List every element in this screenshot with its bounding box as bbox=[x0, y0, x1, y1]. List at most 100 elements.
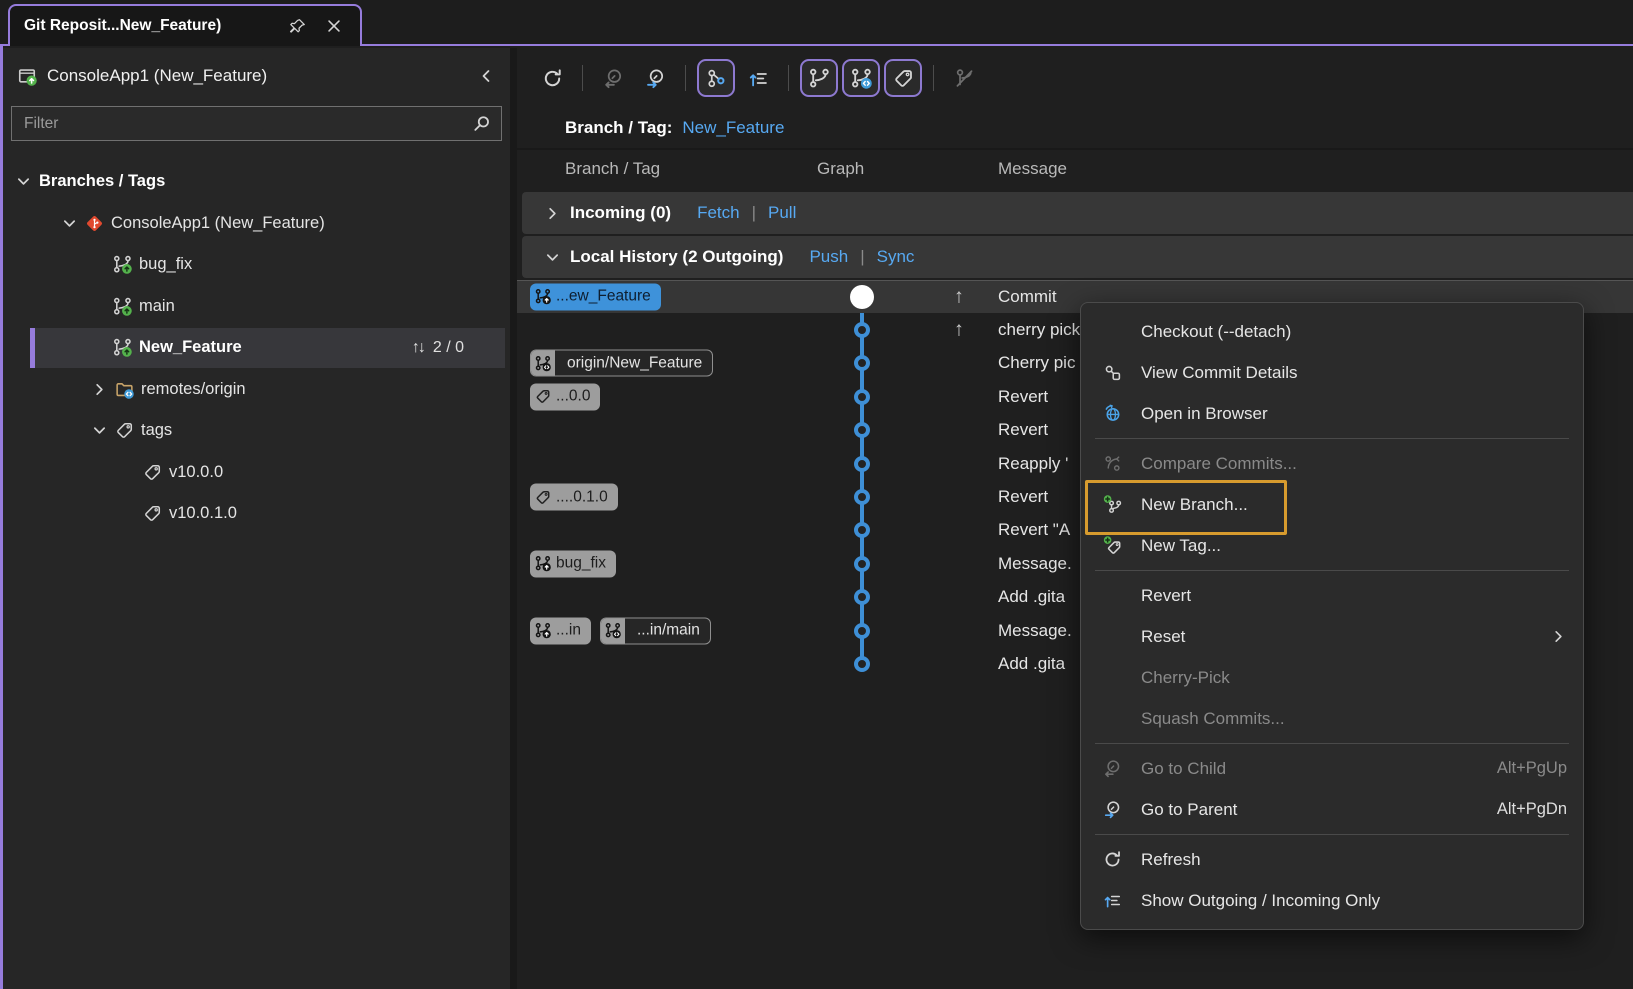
tree-item-label: Branches / Tags bbox=[39, 172, 165, 191]
chevron-down-icon[interactable] bbox=[91, 422, 115, 439]
branch-tag-bar: Branch / Tag: New_Feature bbox=[517, 108, 1633, 148]
menu-item-new-tag[interactable]: New Tag... bbox=[1081, 525, 1583, 566]
chevron-right-icon[interactable] bbox=[91, 381, 115, 398]
menu-item-new-branch[interactable]: New Branch... bbox=[1081, 484, 1583, 525]
toolbar-button-show-branches[interactable] bbox=[800, 59, 838, 97]
chevron-down-icon[interactable] bbox=[15, 173, 39, 190]
menu-item-checkout-detach[interactable]: Checkout (--detach) bbox=[1081, 311, 1583, 352]
ref-label-pill[interactable]: ...in bbox=[530, 617, 591, 644]
tree-item-label: remotes/origin bbox=[141, 380, 246, 399]
commit-node-ring[interactable] bbox=[854, 322, 870, 338]
menu-item-view-commit-details[interactable]: View Commit Details bbox=[1081, 352, 1583, 393]
push-link[interactable]: Push bbox=[809, 247, 848, 267]
toolbar-separator bbox=[788, 65, 789, 91]
commit-node-ring[interactable] bbox=[854, 489, 870, 505]
sidebar-item-tag-v10-0-0[interactable]: v10.0.0 bbox=[3, 452, 510, 494]
sidebar-item-branch-new-feature[interactable]: New_Feature↑↓2 / 0 bbox=[3, 327, 510, 369]
ref-label-pill[interactable]: ...in/main bbox=[600, 617, 711, 644]
close-icon[interactable] bbox=[322, 14, 346, 38]
sidebar-item-branch-bug-fix[interactable]: bug_fix bbox=[3, 244, 510, 286]
sidebar-item-branches-tags[interactable]: Branches / Tags bbox=[3, 161, 510, 203]
tree-item-label: ConsoleApp1 (New_Feature) bbox=[111, 214, 325, 233]
toolbar-button-show-graph[interactable] bbox=[697, 59, 735, 97]
menu-item-label: View Commit Details bbox=[1141, 363, 1298, 383]
menu-item-label: Squash Commits... bbox=[1141, 709, 1285, 729]
fetch-link[interactable]: Fetch bbox=[697, 203, 740, 223]
menu-separator bbox=[1095, 570, 1569, 571]
tags-icon bbox=[893, 68, 914, 89]
commit-node-ring[interactable] bbox=[854, 522, 870, 538]
pull-link[interactable]: Pull bbox=[768, 203, 796, 223]
toolbar-button-refresh[interactable] bbox=[533, 59, 571, 97]
sidebar-item-repo-consoleapp1[interactable]: ConsoleApp1 (New_Feature) bbox=[3, 203, 510, 245]
menu-item-revert[interactable]: Revert bbox=[1081, 575, 1583, 616]
commit-node-ring[interactable] bbox=[854, 456, 870, 472]
menu-item-label: Reset bbox=[1141, 627, 1185, 647]
branch-icon bbox=[535, 556, 551, 572]
commit-node-ring[interactable] bbox=[854, 422, 870, 438]
toolbar-button-fetch bbox=[594, 59, 632, 97]
menu-item-reset[interactable]: Reset bbox=[1081, 616, 1583, 657]
menu-shortcut: Alt+PgUp bbox=[1497, 759, 1567, 778]
submenu-chevron-icon bbox=[1550, 628, 1567, 645]
link-divider: | bbox=[752, 203, 756, 223]
toolbar-separator bbox=[933, 65, 934, 91]
menu-item-refresh[interactable]: Refresh bbox=[1081, 839, 1583, 880]
commit-node-ring[interactable] bbox=[854, 656, 870, 672]
commit-node-ring[interactable] bbox=[854, 589, 870, 605]
sync-link[interactable]: Sync bbox=[877, 247, 915, 267]
sidebar-item-tag-v10-0-1-0[interactable]: v10.0.1.0 bbox=[3, 493, 510, 535]
chevron-right-icon[interactable] bbox=[544, 205, 570, 222]
sidebar-item-branch-main[interactable]: main bbox=[3, 286, 510, 328]
menu-item-label: New Branch... bbox=[1141, 495, 1248, 515]
toolbar-separator bbox=[582, 65, 583, 91]
ref-label-pill[interactable]: ...0.0 bbox=[530, 383, 600, 410]
tag-icon bbox=[143, 504, 169, 523]
commit-node-ring[interactable] bbox=[854, 556, 870, 572]
tag-icon bbox=[115, 421, 141, 440]
menu-item-open-in-browser[interactable]: Open in Browser bbox=[1081, 393, 1583, 434]
commit-message: Add .gita bbox=[998, 654, 1065, 674]
pull-icon bbox=[645, 68, 666, 89]
sidebar-item-tags[interactable]: tags bbox=[3, 410, 510, 452]
chevron-down-icon[interactable] bbox=[61, 215, 85, 232]
commit-node-ring[interactable] bbox=[854, 389, 870, 405]
column-headers: Branch / Tag Graph Message bbox=[517, 148, 1633, 190]
ref-label-pill[interactable]: ...ew_Feature bbox=[530, 283, 661, 310]
tab-git-repository[interactable]: Git Reposit...New_Feature) bbox=[8, 4, 362, 46]
tab-title: Git Reposit...New_Feature) bbox=[24, 17, 274, 35]
toolbar-button-outgoing-filter[interactable] bbox=[739, 59, 777, 97]
commit-message: Cherry pic bbox=[998, 353, 1075, 373]
commit-node-ring[interactable] bbox=[854, 623, 870, 639]
commit-node-ring[interactable] bbox=[854, 355, 870, 371]
menu-item-label: Open in Browser bbox=[1141, 404, 1268, 424]
commit-message: Revert bbox=[998, 387, 1048, 407]
ref-label-pill[interactable]: origin/New_Feature bbox=[530, 350, 713, 377]
menu-item-show-outgoing-incoming[interactable]: Show Outgoing / Incoming Only bbox=[1081, 880, 1583, 921]
updown-icon: ↑↓ bbox=[412, 339, 424, 357]
chevron-left-icon[interactable] bbox=[474, 64, 498, 88]
commit-message: Commit bbox=[998, 287, 1057, 307]
local-history-section[interactable]: Local History (2 Outgoing) Push | Sync bbox=[522, 236, 1633, 278]
branch-tag-value[interactable]: New_Feature bbox=[682, 118, 784, 138]
toolbar-button-show-tags[interactable] bbox=[884, 59, 922, 97]
commit-node-head[interactable] bbox=[850, 285, 874, 309]
pin-icon[interactable] bbox=[286, 14, 310, 38]
incoming-section[interactable]: Incoming (0) Fetch | Pull bbox=[522, 192, 1633, 234]
toolbar-button-show-remote-branches[interactable] bbox=[842, 59, 880, 97]
context-menu: Checkout (--detach) View Commit Details Op… bbox=[1080, 302, 1584, 930]
new-tag-icon bbox=[1099, 536, 1126, 555]
refresh-icon bbox=[1099, 850, 1126, 869]
sidebar-divider[interactable] bbox=[510, 48, 517, 989]
no-merge-icon bbox=[954, 68, 975, 89]
filter-input[interactable] bbox=[22, 114, 464, 134]
menu-item-go-to-parent[interactable]: Go to ParentAlt+PgDn bbox=[1081, 789, 1583, 830]
ref-labels: ....0.1.0 bbox=[530, 484, 618, 511]
sidebar-item-remotes-origin[interactable]: remotes/origin bbox=[3, 369, 510, 411]
ref-labels: origin/New_Feature bbox=[530, 350, 713, 377]
tree-item-label: v10.0.1.0 bbox=[169, 504, 237, 523]
ref-label-pill[interactable]: ....0.1.0 bbox=[530, 484, 618, 511]
ref-label-pill[interactable]: bug_fix bbox=[530, 550, 616, 577]
toolbar-button-pull[interactable] bbox=[636, 59, 674, 97]
chevron-down-icon[interactable] bbox=[544, 249, 570, 266]
